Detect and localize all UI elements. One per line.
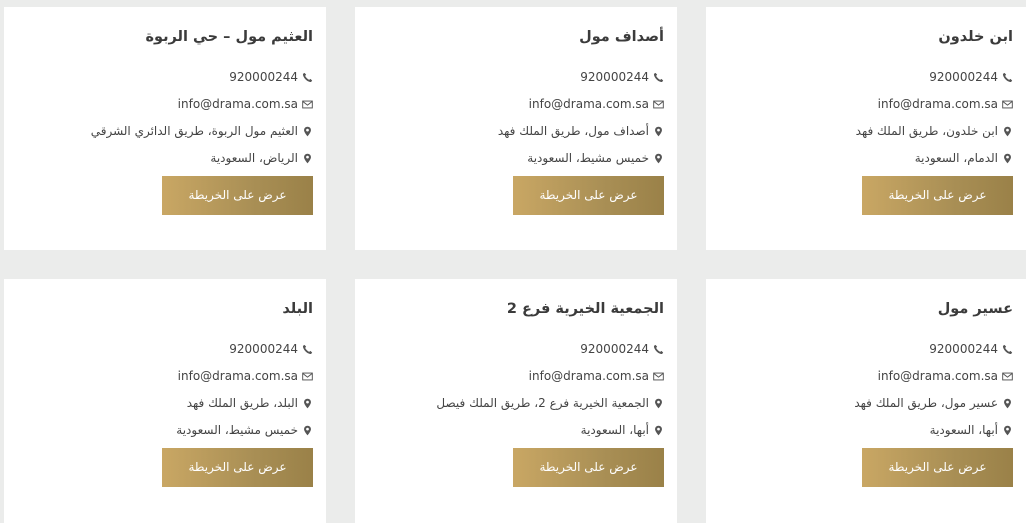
address-text: العثيم مول الربوة، طريق الدائري الشرقي — [90, 124, 298, 138]
email-link[interactable]: info@drama.com.sa — [178, 368, 298, 384]
phone-line: 920000244 — [368, 341, 664, 357]
branch-card: العثيم مول – حي الربوة 920000244 info@dr… — [4, 7, 326, 250]
city-line: خميس مشيط، السعودية — [368, 150, 664, 166]
email-line: info@drama.com.sa — [17, 368, 313, 384]
city-text: خميس مشيط، السعودية — [527, 151, 649, 165]
phone-line: 920000244 — [368, 69, 664, 85]
branch-title: البلد — [282, 301, 313, 317]
phone-icon — [1001, 343, 1013, 355]
address-line: العثيم مول الربوة، طريق الدائري الشرقي — [17, 123, 313, 139]
map-marker-icon — [1001, 152, 1013, 164]
map-marker-icon — [301, 152, 313, 164]
branch-title: عسير مول — [937, 301, 1013, 317]
phone-number[interactable]: 920000244 — [580, 341, 649, 357]
phone-icon — [652, 343, 664, 355]
address-line: ابن خلدون، طريق الملك فهد — [719, 123, 1013, 139]
map-marker-icon — [652, 125, 664, 137]
email-link[interactable]: info@drama.com.sa — [178, 96, 298, 112]
view-on-map-button[interactable]: عرض على الخريطة — [162, 448, 313, 487]
phone-number[interactable]: 920000244 — [929, 341, 998, 357]
map-marker-icon — [301, 424, 313, 436]
city-text: الرياض، السعودية — [210, 151, 298, 165]
email-link[interactable]: info@drama.com.sa — [878, 96, 998, 112]
map-marker-icon — [301, 397, 313, 409]
address-text: الجمعية الخيرية فرع 2، طريق الملك فيصل — [436, 396, 649, 410]
address-text: ابن خلدون، طريق الملك فهد — [855, 124, 998, 138]
envelope-icon — [652, 370, 664, 382]
city-text: أبها، السعودية — [929, 423, 998, 437]
branch-title: العثيم مول – حي الربوة — [145, 29, 313, 45]
address-text: البلد، طريق الملك فهد — [186, 396, 298, 410]
email-line: info@drama.com.sa — [719, 368, 1013, 384]
envelope-icon — [652, 98, 664, 110]
branch-title: أصداف مول — [579, 29, 664, 45]
city-line: أبها، السعودية — [719, 422, 1013, 438]
envelope-icon — [1001, 98, 1013, 110]
phone-icon — [301, 71, 313, 83]
phone-line: 920000244 — [719, 69, 1013, 85]
branch-card: عسير مول 920000244 info@drama.com.sa عسي… — [706, 279, 1026, 523]
phone-number[interactable]: 920000244 — [229, 341, 298, 357]
city-line: الرياض، السعودية — [17, 150, 313, 166]
phone-number[interactable]: 920000244 — [580, 69, 649, 85]
view-on-map-button[interactable]: عرض على الخريطة — [513, 448, 664, 487]
view-on-map-button[interactable]: عرض على الخريطة — [862, 448, 1013, 487]
email-link[interactable]: info@drama.com.sa — [878, 368, 998, 384]
city-line: الدمام، السعودية — [719, 150, 1013, 166]
email-line: info@drama.com.sa — [719, 96, 1013, 112]
phone-line: 920000244 — [719, 341, 1013, 357]
envelope-icon — [301, 98, 313, 110]
branch-card: البلد 920000244 info@drama.com.sa البلد،… — [4, 279, 326, 523]
map-marker-icon — [1001, 125, 1013, 137]
view-on-map-button[interactable]: عرض على الخريطة — [862, 176, 1013, 215]
envelope-icon — [1001, 370, 1013, 382]
map-marker-icon — [652, 152, 664, 164]
phone-icon — [1001, 71, 1013, 83]
phone-line: 920000244 — [17, 69, 313, 85]
branch-title: الجمعية الخيرية فرع 2 — [506, 301, 664, 317]
email-line: info@drama.com.sa — [17, 96, 313, 112]
city-line: أبها، السعودية — [368, 422, 664, 438]
phone-line: 920000244 — [17, 341, 313, 357]
address-text: عسير مول، طريق الملك فهد — [854, 396, 998, 410]
email-line: info@drama.com.sa — [368, 96, 664, 112]
city-line: خميس مشيط، السعودية — [17, 422, 313, 438]
branch-card: الجمعية الخيرية فرع 2 920000244 info@dra… — [355, 279, 677, 523]
view-on-map-button[interactable]: عرض على الخريطة — [162, 176, 313, 215]
envelope-icon — [301, 370, 313, 382]
branch-card: أصداف مول 920000244 info@drama.com.sa أص… — [355, 7, 677, 250]
phone-icon — [652, 71, 664, 83]
branch-title: ابن خلدون — [938, 29, 1013, 45]
email-line: info@drama.com.sa — [368, 368, 664, 384]
phone-number[interactable]: 920000244 — [929, 69, 998, 85]
city-text: أبها، السعودية — [580, 423, 649, 437]
address-text: أصداف مول، طريق الملك فهد — [497, 124, 649, 138]
map-marker-icon — [652, 397, 664, 409]
address-line: أصداف مول، طريق الملك فهد — [368, 123, 664, 139]
view-on-map-button[interactable]: عرض على الخريطة — [513, 176, 664, 215]
map-marker-icon — [301, 125, 313, 137]
map-marker-icon — [1001, 424, 1013, 436]
map-marker-icon — [652, 424, 664, 436]
address-line: عسير مول، طريق الملك فهد — [719, 395, 1013, 411]
branch-card: ابن خلدون 920000244 info@drama.com.sa اب… — [706, 7, 1026, 250]
city-text: خميس مشيط، السعودية — [176, 423, 298, 437]
city-text: الدمام، السعودية — [914, 151, 998, 165]
email-link[interactable]: info@drama.com.sa — [529, 96, 649, 112]
address-line: الجمعية الخيرية فرع 2، طريق الملك فيصل — [368, 395, 664, 411]
phone-icon — [301, 343, 313, 355]
map-marker-icon — [1001, 397, 1013, 409]
email-link[interactable]: info@drama.com.sa — [529, 368, 649, 384]
phone-number[interactable]: 920000244 — [229, 69, 298, 85]
address-line: البلد، طريق الملك فهد — [17, 395, 313, 411]
